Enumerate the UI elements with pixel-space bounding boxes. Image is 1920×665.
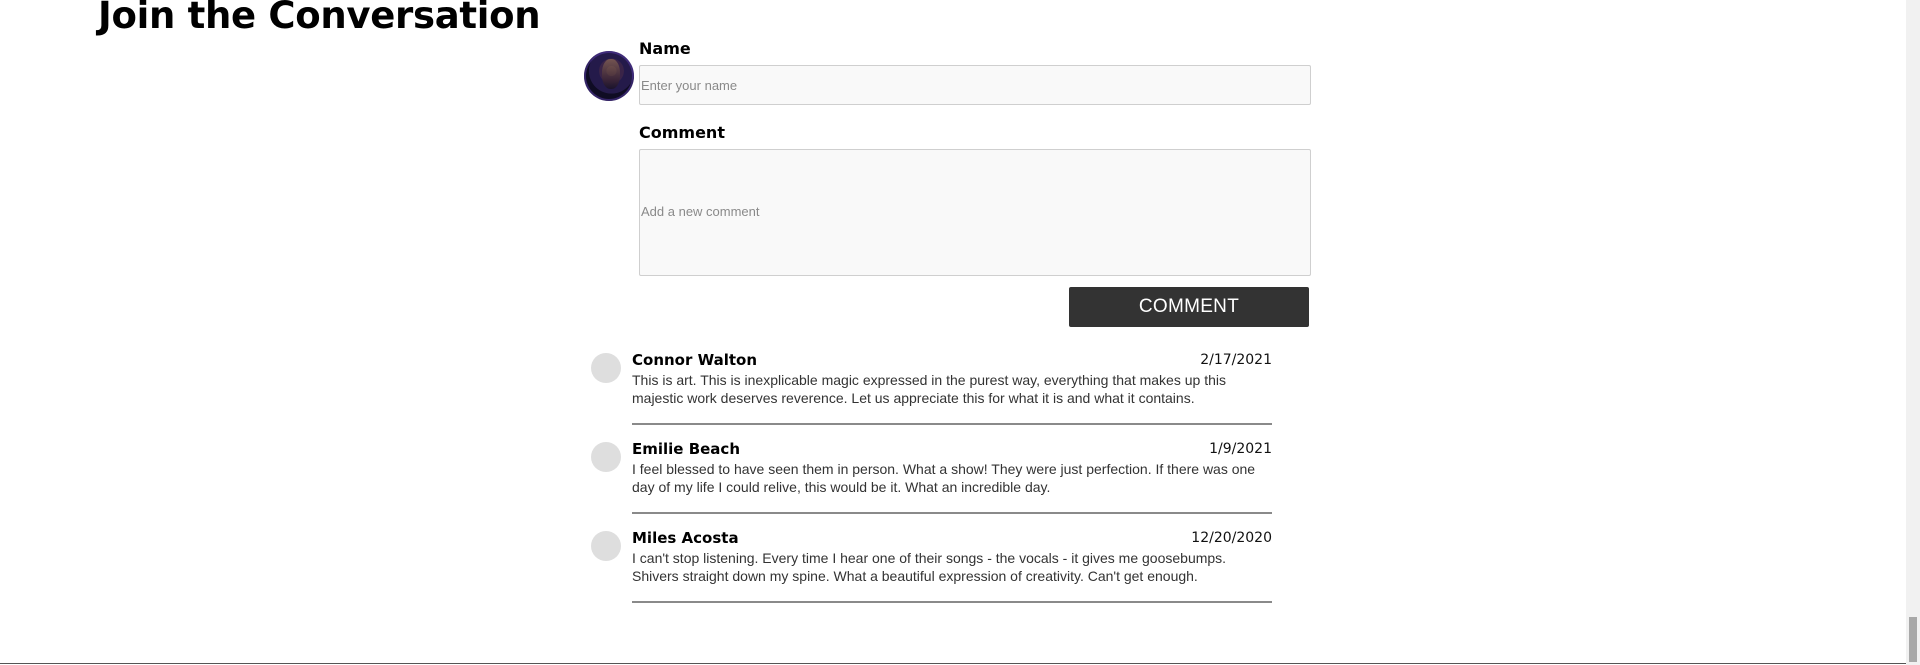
comment-date: 12/20/2020 (1191, 530, 1272, 546)
comment-author: Connor Walton (632, 351, 758, 369)
comment-label: Comment (639, 123, 725, 142)
comment-submit-button[interactable]: COMMENT (1069, 287, 1309, 327)
comment-date: 2/17/2021 (1200, 352, 1272, 368)
page-scrollbar[interactable] (1906, 0, 1920, 665)
user-avatar (584, 51, 634, 101)
comment-author: Emilie Beach (632, 440, 740, 458)
comment-text: This is art. This is inexplicable magic … (632, 372, 1226, 406)
comment-list: Connor Walton 2/17/2021 This is art. Thi… (590, 351, 1272, 618)
section-title: Join the Conversation (98, 0, 541, 37)
scrollbar-thumb[interactable] (1909, 617, 1917, 662)
comment-date: 1/9/2021 (1209, 441, 1272, 457)
comment-author: Miles Acosta (632, 529, 739, 547)
avatar (591, 442, 621, 472)
divider (632, 601, 1272, 603)
comment-text: I can't stop listening. Every time I hea… (632, 550, 1227, 584)
comment-item: Emilie Beach 1/9/2021 I feel blessed to … (590, 440, 1272, 529)
avatar (591, 531, 621, 561)
footer-divider (0, 663, 1910, 664)
comment-item: Connor Walton 2/17/2021 This is art. Thi… (590, 351, 1272, 440)
comment-text: I feel blessed to have seen them in pers… (632, 461, 1256, 495)
comment-input[interactable] (639, 149, 1311, 276)
divider (632, 512, 1272, 514)
name-input[interactable] (639, 65, 1311, 105)
divider (632, 423, 1272, 425)
avatar (591, 353, 621, 383)
name-label: Name (639, 39, 691, 58)
comment-item: Miles Acosta 12/20/2020 I can't stop lis… (590, 529, 1272, 618)
